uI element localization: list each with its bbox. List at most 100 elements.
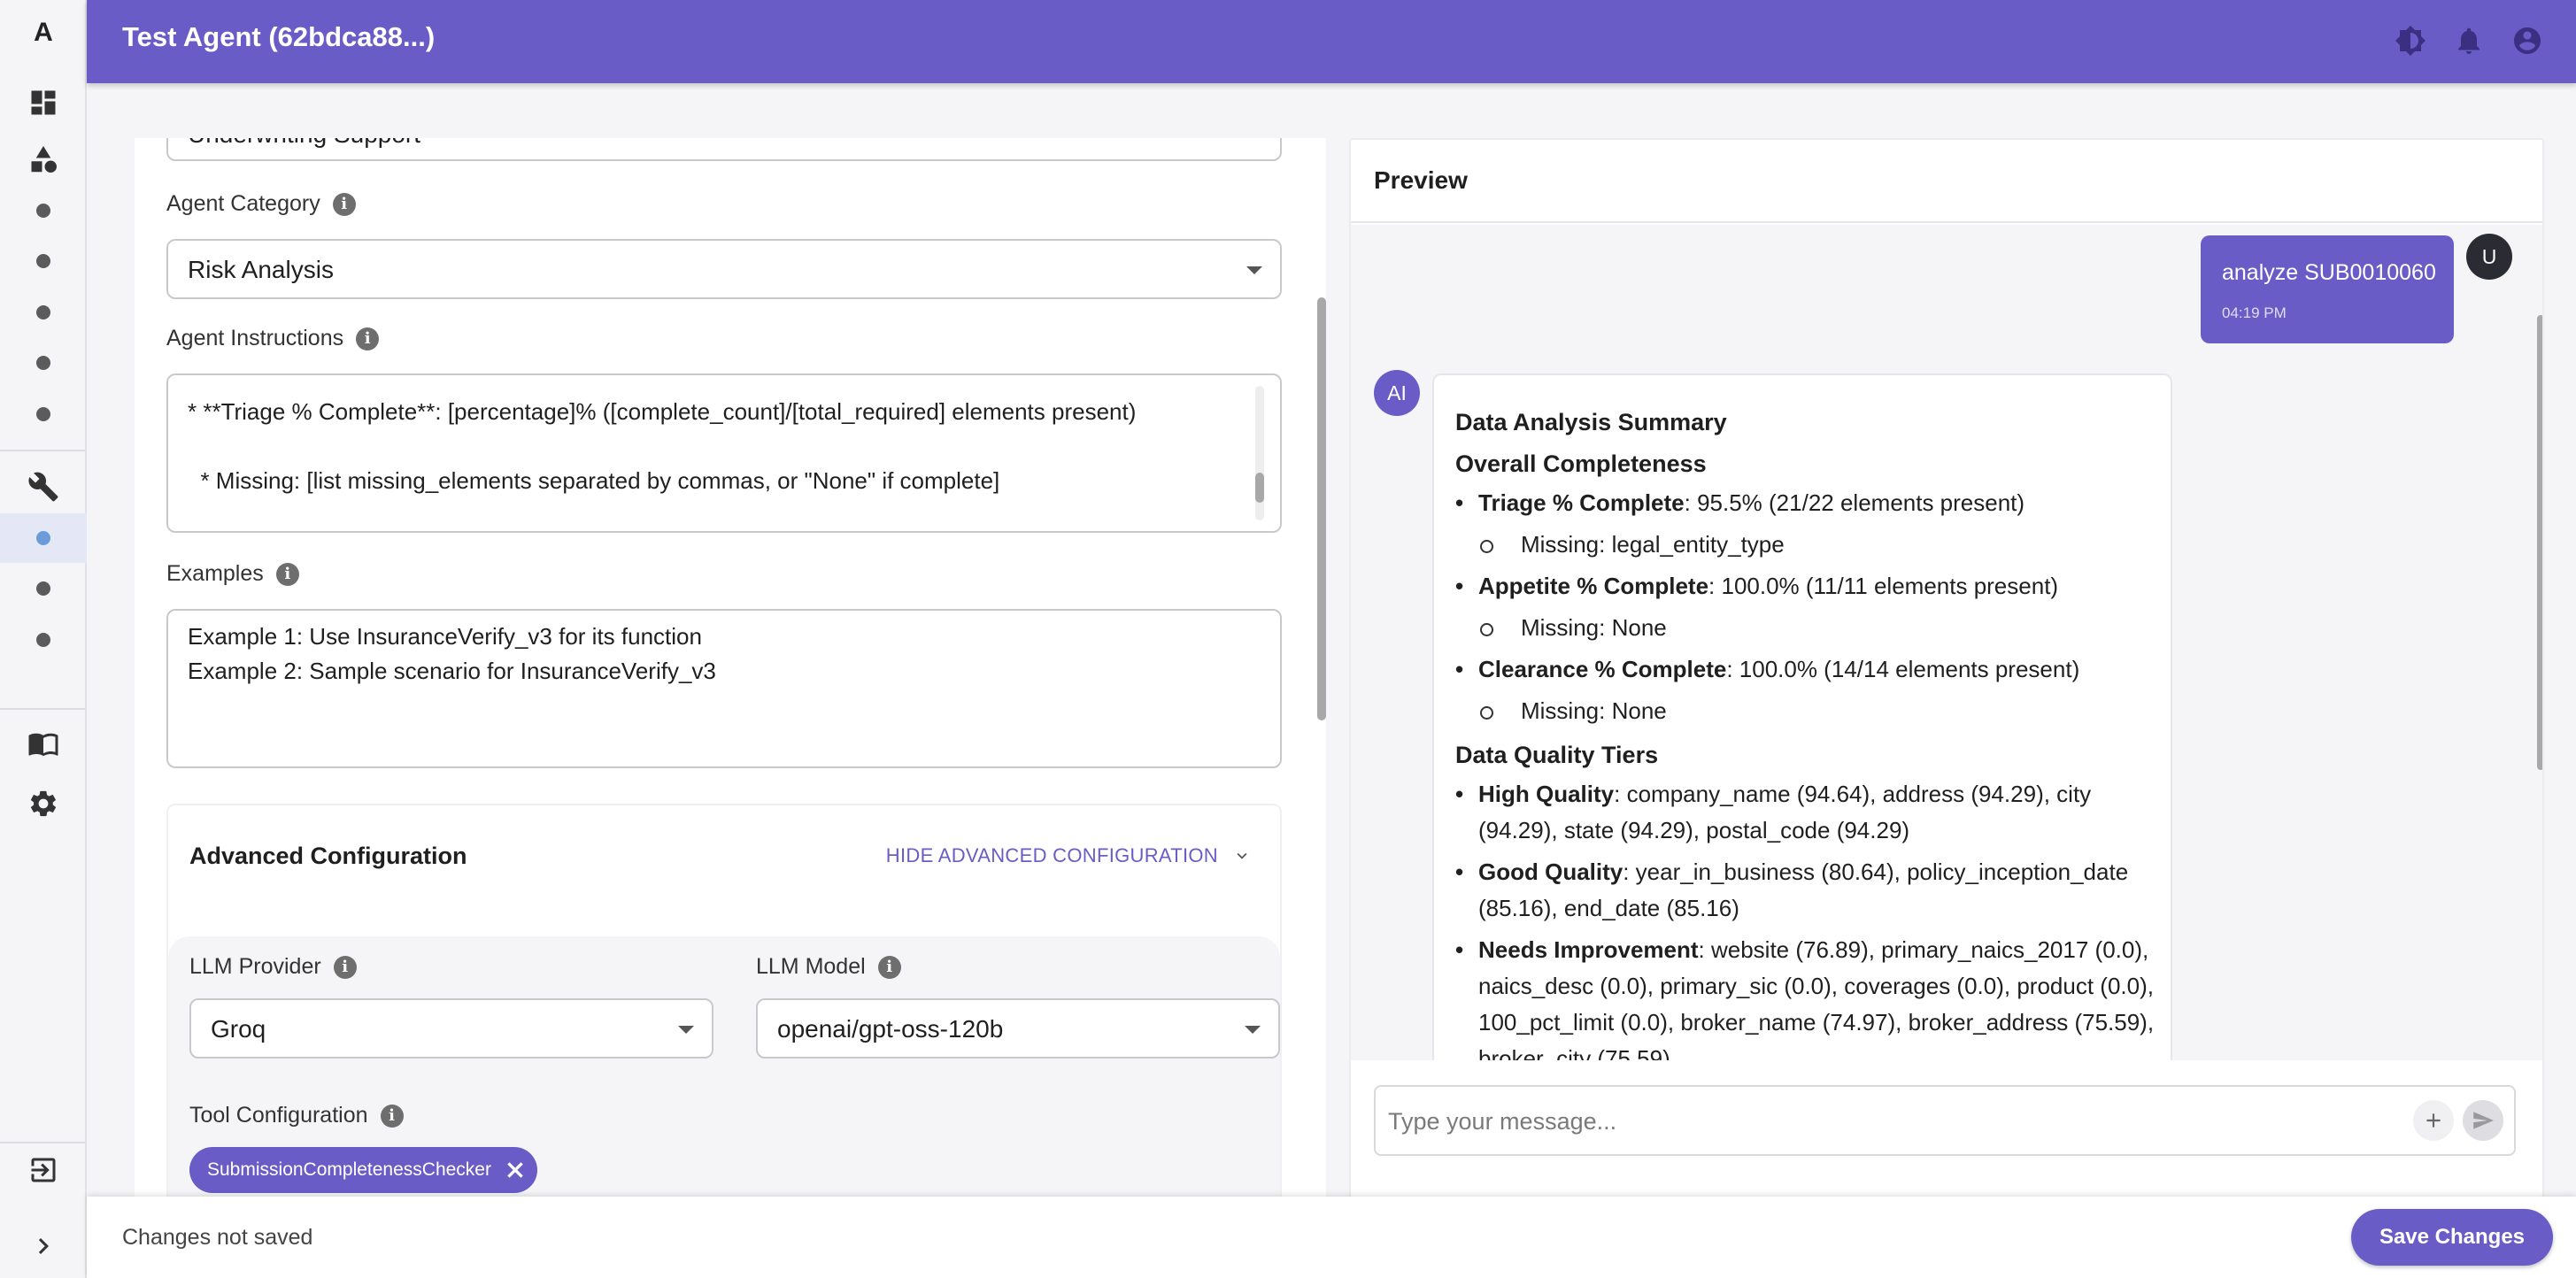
llm-provider-select[interactable]: Groq [189, 998, 713, 1059]
account-button[interactable] [2507, 20, 2548, 61]
llm-provider-label: LLM Provider i [189, 954, 357, 980]
llm-model-select[interactable]: openai/gpt-oss-120b [756, 998, 1280, 1059]
tool-configuration-label: Tool Configuration i [189, 1103, 404, 1128]
nav-dot-icon [36, 305, 50, 320]
theme-toggle-button[interactable] [2390, 20, 2431, 61]
list-item: Missing: None [1478, 610, 2155, 646]
wrench-icon [28, 472, 58, 502]
ai-heading: Data Analysis Summary [1455, 409, 1727, 435]
close-icon[interactable] [504, 1159, 527, 1182]
chat-messages: analyze SUB0010060 04:19 PM U AI Data An… [1351, 225, 2542, 1060]
dashboard-icon [31, 90, 56, 115]
hide-advanced-configuration-button[interactable]: HIDE ADVANCED CONFIGURATION [886, 844, 1252, 867]
nav-item-7[interactable] [0, 615, 87, 665]
app-logo: A [34, 18, 53, 47]
nav-item-6[interactable] [0, 564, 87, 613]
info-icon[interactable]: i [877, 955, 901, 979]
nav-item-2[interactable] [0, 236, 87, 286]
dropdown-arrow-icon [1246, 266, 1262, 274]
list-item: Appetite % Complete: 100.0% (11/11 eleme… [1455, 568, 2155, 646]
save-status: Changes not saved [122, 1225, 313, 1250]
agent-category-value: Risk Analysis [188, 256, 334, 283]
dashboard-nav[interactable] [0, 78, 87, 127]
ai-section-heading: Data Quality Tiers [1455, 742, 1659, 768]
tools-nav[interactable] [0, 462, 87, 512]
ai-avatar: AI [1374, 370, 1420, 416]
chat-scrollbar-thumb[interactable] [2537, 315, 2542, 770]
user-message-bubble: analyze SUB0010060 04:19 PM [2201, 235, 2454, 343]
agent-instructions-textarea[interactable]: * **Triage % Complete**: [percentage]% (… [166, 373, 1282, 533]
bell-icon [2458, 27, 2480, 54]
account-circle-icon [2514, 27, 2541, 54]
list-item: Triage % Complete: 95.5% (21/22 elements… [1455, 485, 2155, 563]
toggle-label: HIDE ADVANCED CONFIGURATION [885, 844, 1218, 866]
list-item: Missing: legal_entity_type [1478, 527, 2155, 563]
preview-panel: Preview analyze SUB0010060 04:19 PM U AI… [1349, 138, 2544, 1198]
llm-model-value: openai/gpt-oss-120b [777, 1015, 1004, 1043]
logout-icon [31, 1158, 56, 1182]
sidebar: A [0, 0, 87, 1278]
nav-item-5[interactable] [0, 389, 87, 439]
list-item: Clearance % Complete: 100.0% (14/14 elem… [1455, 651, 2155, 729]
tool-chip[interactable]: SubmissionCompletenessChecker [189, 1147, 537, 1193]
form-scrollbar-thumb[interactable] [1317, 297, 1326, 720]
dropdown-arrow-icon [678, 1026, 694, 1034]
settings-nav[interactable] [0, 779, 87, 828]
sidebar-divider [0, 1142, 85, 1143]
info-icon[interactable]: i [332, 192, 356, 216]
nav-item-1[interactable] [0, 186, 87, 235]
message-placeholder: Type your message... [1388, 1108, 1617, 1135]
agent-category-select[interactable]: Risk Analysis [166, 239, 1282, 299]
ai-message-card: Data Analysis Summary Overall Completene… [1432, 373, 2172, 1060]
dropdown-arrow-icon [1245, 1026, 1261, 1034]
info-icon[interactable]: i [356, 327, 380, 350]
agent-form-panel: Underwriting Support Agent Category i Ri… [135, 138, 1326, 1198]
plus-icon [2426, 1113, 2441, 1128]
advanced-configuration-card: Advanced Configuration HIDE ADVANCED CON… [166, 804, 1282, 1198]
preview-header: Preview [1351, 140, 2542, 223]
list-item: Missing: None [1478, 693, 2155, 729]
nav-item-4[interactable] [0, 338, 87, 388]
page-title: Test Agent (62bdca88...) [122, 21, 436, 52]
user-avatar: U [2466, 234, 2512, 280]
llm-provider-value: Groq [211, 1015, 266, 1043]
tool-chip-label: SubmissionCompletenessChecker [207, 1159, 491, 1180]
footer-bar: Changes not saved Save Changes [87, 1197, 2576, 1278]
info-icon[interactable]: i [275, 562, 299, 586]
info-icon[interactable]: i [380, 1104, 404, 1128]
nav-dot-icon [36, 407, 50, 421]
nav-dot-icon [36, 356, 50, 370]
user-message-text: analyze SUB0010060 [2222, 260, 2436, 285]
nav-item-3[interactable] [0, 288, 87, 337]
nav-dot-icon [36, 633, 50, 647]
list-item: High Quality: company_name (94.64), addr… [1455, 776, 2155, 849]
preview-title: Preview [1374, 166, 1468, 194]
attach-button[interactable] [2413, 1100, 2454, 1141]
nav-dot-icon [36, 531, 50, 545]
notifications-button[interactable] [2449, 20, 2489, 61]
agent-role-field[interactable]: Underwriting Support [166, 138, 1282, 161]
list-item: Needs Improvement: website (76.89), prim… [1455, 932, 2155, 1060]
nav-dot-icon [36, 254, 50, 268]
nav-item-active[interactable] [0, 513, 87, 563]
advanced-configuration-title: Advanced Configuration [189, 843, 467, 869]
agent-role-value: Underwriting Support [188, 138, 420, 149]
top-app-bar: Test Agent (62bdca88...) [87, 0, 2576, 83]
book-icon [28, 733, 58, 757]
send-button[interactable] [2463, 1100, 2503, 1141]
brightness-icon [2395, 26, 2426, 56]
expand-sidebar-button[interactable] [0, 1221, 87, 1271]
advanced-configuration-body: LLM Provider i Groq LLM Model i openai/g… [168, 936, 1280, 1198]
message-input[interactable]: Type your message... [1374, 1085, 2516, 1156]
examples-textarea[interactable]: Example 1: Use InsuranceVerify_v3 for it… [166, 609, 1282, 768]
agent-category-label: Agent Category i [166, 191, 356, 217]
save-changes-button[interactable]: Save Changes [2351, 1209, 2553, 1266]
logout-button[interactable] [0, 1145, 87, 1195]
docs-nav[interactable] [0, 719, 87, 768]
info-icon[interactable]: i [333, 955, 357, 979]
examples-line: Example 2: Sample scenario for Insurance… [188, 658, 716, 684]
instructions-line: * **Triage % Complete**: [percentage]% (… [188, 398, 1137, 425]
instructions-line: * Missing: [list missing_elements separa… [188, 467, 1000, 494]
textarea-scrollbar-thumb[interactable] [1255, 473, 1264, 503]
shapes-nav[interactable] [0, 135, 87, 184]
